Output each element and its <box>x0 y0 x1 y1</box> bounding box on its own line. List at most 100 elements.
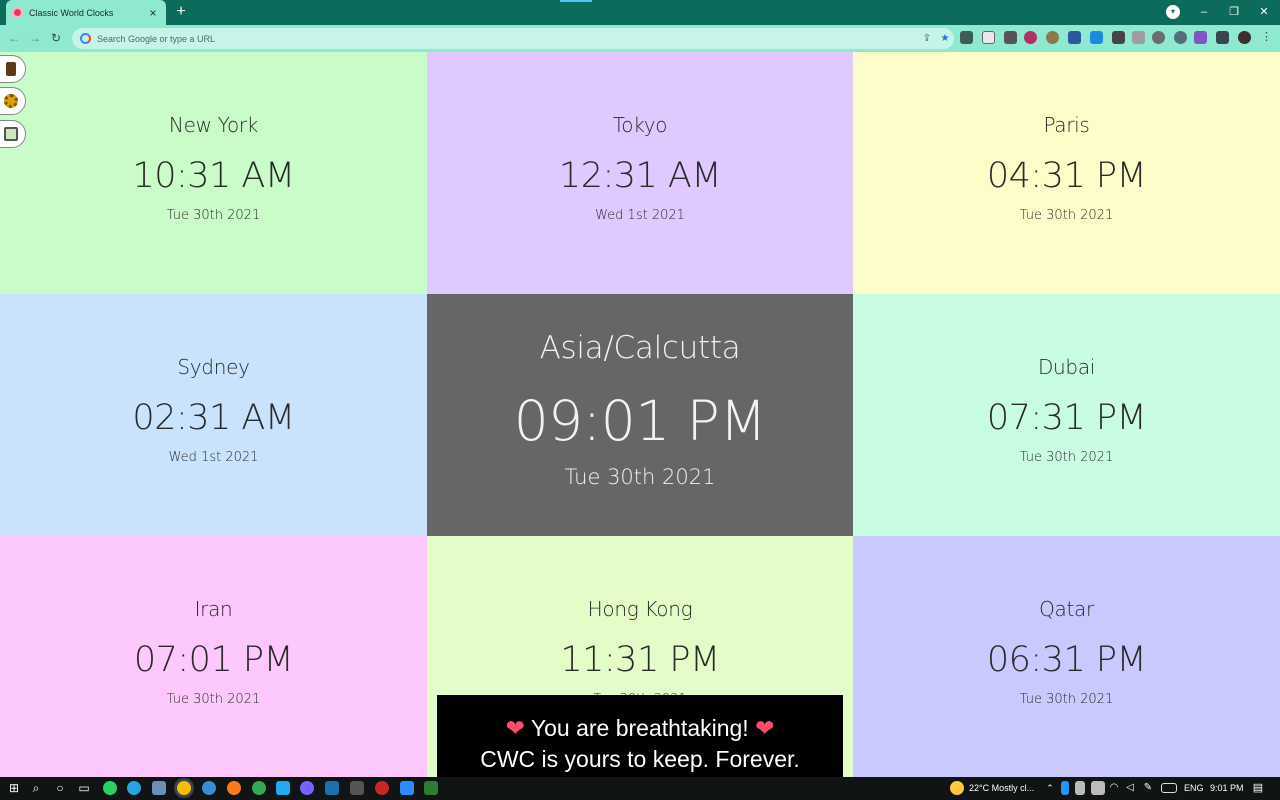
clock-tile[interactable]: Sydney 02:31 AM Wed 1st 2021 <box>0 294 427 536</box>
chrome-profile-icon[interactable] <box>202 781 216 795</box>
tab-search-icon[interactable]: ▾ <box>1166 5 1180 19</box>
taskbar-clock[interactable]: 9:01 PM <box>1210 783 1244 793</box>
extension-icon[interactable] <box>1152 31 1165 44</box>
extension-icon[interactable] <box>960 31 973 44</box>
clock-tile[interactable]: Paris 04:31 PM Tue 30th 2021 <box>853 52 1280 294</box>
volume-icon[interactable]: ◁ <box>1122 780 1138 796</box>
weather-moon-icon[interactable] <box>950 781 964 795</box>
windows-taskbar: ⊞ ⌕ ○ ▭ 22°C Mostly cl... ⌃ ◠ ◁ ✎ ENG 9:… <box>0 777 1280 800</box>
github-desktop-icon[interactable] <box>300 781 314 795</box>
toast-line-2: CWC is yours to keep. Forever. <box>480 746 800 772</box>
profile-avatar[interactable] <box>1238 31 1251 44</box>
firefox-icon[interactable] <box>227 781 241 795</box>
recorder-icon[interactable] <box>375 781 389 795</box>
toast-text-1: You are breathtaking! <box>530 715 749 741</box>
heart-icon: ❤ <box>505 715 525 741</box>
clock-city: Paris <box>1043 113 1090 137</box>
puzzle-extensions-icon[interactable] <box>1216 31 1229 44</box>
zoom-icon[interactable] <box>400 781 414 795</box>
extension-icon[interactable] <box>1024 31 1037 44</box>
bluetooth-icon[interactable] <box>1061 781 1069 795</box>
chrome-canary-icon[interactable] <box>252 781 266 795</box>
battery-icon[interactable] <box>1091 781 1105 795</box>
extension-icon[interactable] <box>1004 31 1017 44</box>
clock-city: Tokyo <box>612 113 668 137</box>
edit-pencil-icon <box>4 127 18 141</box>
extension-icon[interactable] <box>1068 31 1081 44</box>
search-icon[interactable]: ⌕ <box>28 780 44 796</box>
restore-button[interactable]: ❐ <box>1219 0 1249 25</box>
clock-city: Sydney <box>177 355 250 379</box>
address-placeholder: Search Google or type a URL <box>97 33 216 44</box>
windows-start-icon[interactable]: ⊞ <box>6 780 22 796</box>
clock-city: Hong Kong <box>587 597 693 621</box>
tab-strip-accent <box>560 0 592 2</box>
extension-icon[interactable] <box>1194 31 1207 44</box>
kebab-menu-icon[interactable]: ⋮ <box>1260 31 1273 44</box>
weather-text[interactable]: 22°C Mostly cl... <box>969 783 1034 793</box>
clock-city: Iran <box>194 597 233 621</box>
featured-clock-tile[interactable]: Asia/Calcutta 09:01 PM Tue 30th 2021 <box>427 294 853 536</box>
clock-date: Tue 30th 2021 <box>1019 450 1114 465</box>
reload-icon[interactable]: ↻ <box>48 30 64 46</box>
minimize-button[interactable]: – <box>1189 0 1219 25</box>
tab-classic-world-clocks[interactable]: Classic World Clocks × <box>6 0 166 25</box>
extension-icon[interactable] <box>1046 31 1059 44</box>
extension-icon[interactable] <box>1132 31 1145 44</box>
forward-arrow-icon[interactable]: → <box>27 30 43 46</box>
chrome-icon[interactable] <box>177 781 191 795</box>
calculator-icon[interactable] <box>350 781 364 795</box>
keyboard-icon[interactable] <box>1161 783 1177 793</box>
pen-icon[interactable]: ✎ <box>1140 780 1156 796</box>
vscode-icon[interactable] <box>276 781 290 795</box>
browser-tab-strip: Classic World Clocks × + ▾ – ❐ ✕ <box>0 0 1280 25</box>
clock-time: 02:31 AM <box>132 398 295 438</box>
clock-date: Tue 30th 2021 <box>1019 208 1114 223</box>
clock-tile[interactable]: New York 10:31 AM Tue 30th 2021 <box>0 52 427 294</box>
clock-tile[interactable]: Iran 07:01 PM Tue 30th 2021 <box>0 536 427 777</box>
clock-tile[interactable]: Dubai 07:31 PM Tue 30th 2021 <box>853 294 1280 536</box>
extension-icon[interactable] <box>982 31 995 44</box>
clock-time: 11:31 PM <box>560 640 720 680</box>
clock-date: Tue 30th 2021 <box>166 692 261 707</box>
clock-tile[interactable]: Qatar 06:31 PM Tue 30th 2021 <box>853 536 1280 777</box>
clock-city: Qatar <box>1039 597 1094 621</box>
app-icon[interactable] <box>424 781 438 795</box>
app-icon[interactable] <box>325 781 339 795</box>
notifications-icon[interactable]: ▤ <box>1250 780 1266 796</box>
bookmark-star-icon[interactable]: ★ <box>936 33 954 44</box>
clock-date: Tue 30th 2021 <box>166 208 261 223</box>
clock-date: Tue 30th 2021 <box>1019 692 1114 707</box>
tab-title: Classic World Clocks <box>29 7 114 18</box>
coffee-icon <box>6 62 16 76</box>
clock-date: Tue 30th 2021 <box>564 465 716 489</box>
extension-icon[interactable] <box>1174 31 1187 44</box>
clock-time: 09:01 PM <box>513 389 767 453</box>
task-view-icon[interactable]: ▭ <box>76 780 92 796</box>
tab-close-icon[interactable]: × <box>146 6 160 20</box>
telegram-icon[interactable] <box>127 781 141 795</box>
clock-date: Wed 1st 2021 <box>168 450 259 465</box>
browser-toolbar: ← → ↻ Search Google or type a URL ⇪ ★ ⋮ <box>0 25 1280 52</box>
extension-icon[interactable] <box>1112 31 1125 44</box>
whatsapp-icon[interactable] <box>103 781 117 795</box>
new-tab-button[interactable]: + <box>172 2 190 22</box>
share-icon[interactable]: ⇪ <box>918 33 936 44</box>
back-arrow-icon[interactable]: ← <box>6 30 22 46</box>
heart-icon: ❤ <box>755 715 775 741</box>
language-indicator[interactable]: ENG <box>1184 783 1204 793</box>
tray-chevron-icon[interactable]: ⌃ <box>1042 780 1058 796</box>
app-icon[interactable] <box>152 781 166 795</box>
clock-city: Asia/Calcutta <box>539 330 741 366</box>
clock-time: 12:31 AM <box>558 156 722 196</box>
clock-time: 07:01 PM <box>133 640 294 680</box>
clock-tile[interactable]: Tokyo 12:31 AM Wed 1st 2021 <box>427 52 853 294</box>
close-window-button[interactable]: ✕ <box>1249 0 1279 25</box>
tray-app-icon[interactable] <box>1075 781 1085 795</box>
clock-city: Dubai <box>1037 355 1096 379</box>
address-bar[interactable]: Search Google or type a URL ⇪ ★ <box>72 28 954 49</box>
cortana-icon[interactable]: ○ <box>52 780 68 796</box>
extension-icon[interactable] <box>1090 31 1103 44</box>
cwc-favicon-icon <box>12 7 23 18</box>
wifi-icon[interactable]: ◠ <box>1106 780 1122 796</box>
